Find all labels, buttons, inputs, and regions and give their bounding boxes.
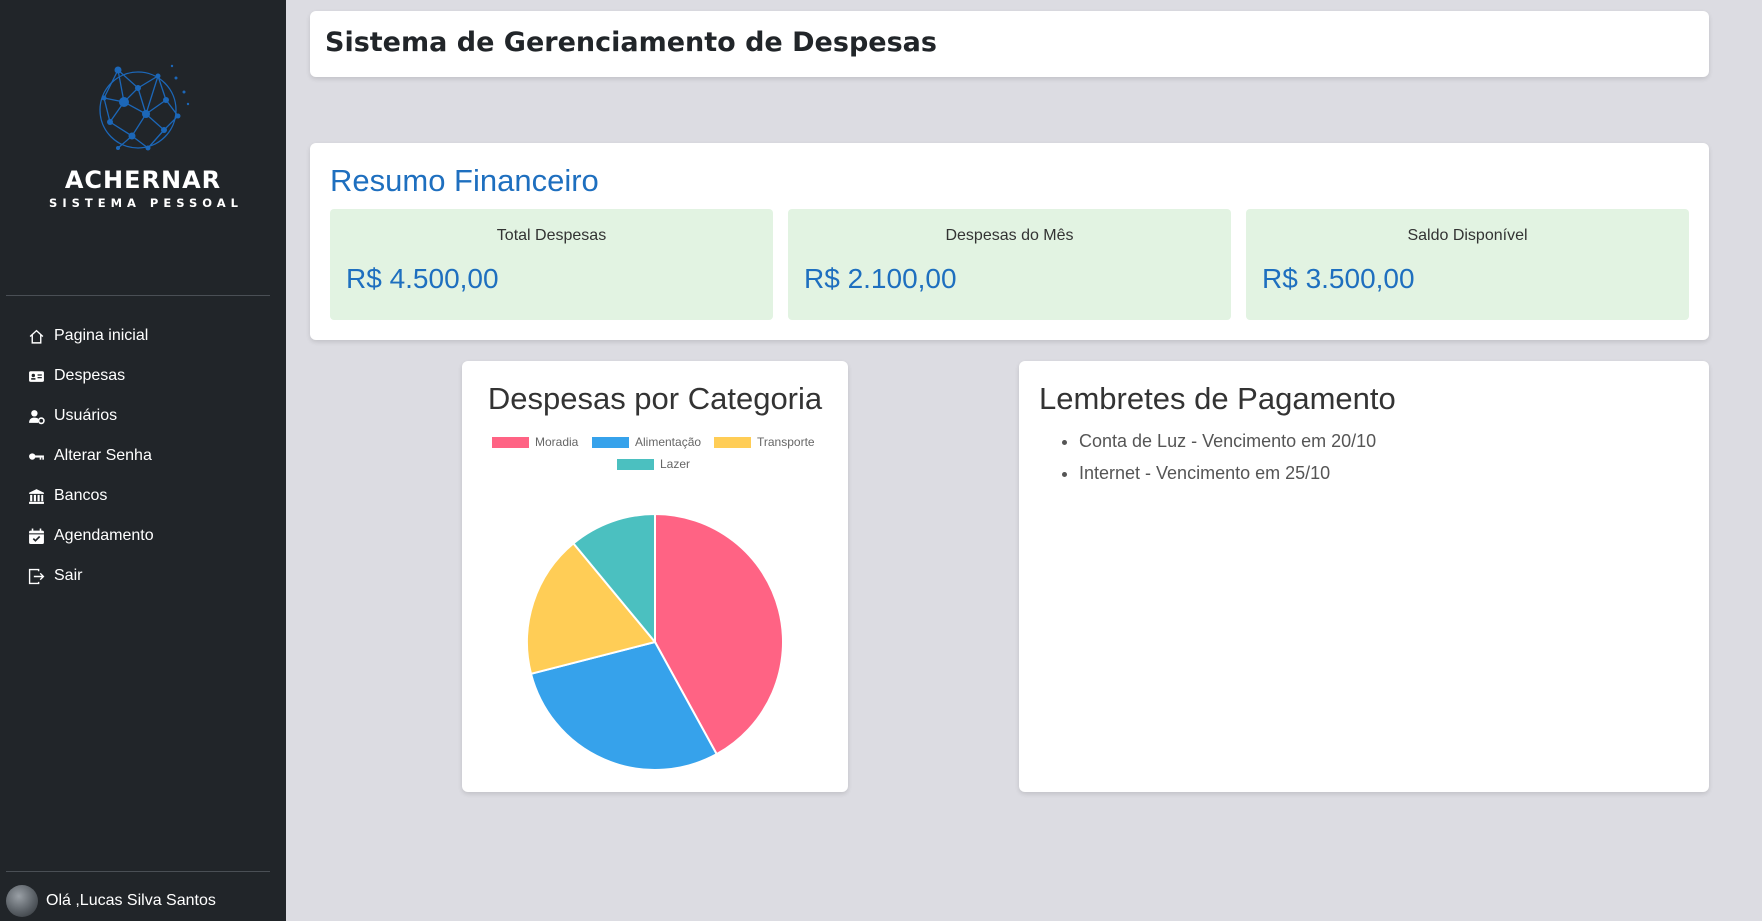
stat-label: Despesas do Mês [945, 227, 1074, 244]
nav-item-label: Alterar Senha [54, 447, 152, 464]
reminder-item: Conta de Luz - Vencimento em 20/10 [1079, 425, 1376, 457]
nav-item-bancos[interactable]: Bancos [0, 476, 286, 516]
page-title: Sistema de Gerenciamento de Despesas [325, 27, 937, 58]
key-icon [29, 452, 44, 460]
brand-logo[interactable]: ACHERNAR SISTEMA PESSOAL [0, 58, 286, 210]
nav-item-label: Despesas [54, 367, 126, 384]
reminders-title: Lembretes de Pagamento [1039, 381, 1396, 416]
sidebar: ACHERNAR SISTEMA PESSOAL Pagina inicial … [0, 0, 286, 921]
nav-item-alterar-senha[interactable]: Alterar Senha [0, 436, 286, 476]
calendar-check-icon [29, 528, 44, 544]
user-gear-icon [29, 409, 45, 424]
nav-item-label: Pagina inicial [54, 327, 149, 344]
id-card-icon [29, 370, 44, 382]
brand-name: ACHERNAR [64, 166, 222, 194]
sidebar-footer-divider [6, 871, 270, 872]
user-greeting[interactable]: Olá ,Lucas Silva Santos [6, 885, 216, 917]
reminders-list: Conta de Luz - Vencimento em 20/10 Inter… [1059, 425, 1376, 489]
nav-item-label: Usuários [54, 407, 118, 424]
nav-item-pagina-inicial[interactable]: Pagina inicial [0, 316, 286, 356]
nav-item-usuarios[interactable]: Usuários [0, 396, 286, 436]
page-header: Sistema de Gerenciamento de Despesas [310, 11, 1709, 77]
brand-subtitle: SISTEMA PESSOAL [49, 196, 243, 210]
nav-item-label: Sair [54, 567, 83, 584]
stat-value: R$ 3.500,00 [1262, 263, 1415, 294]
nav-item-despesas[interactable]: Despesas [0, 356, 286, 396]
network-globe-icon [99, 64, 190, 151]
stat-despesas-do-mes: Despesas do Mês R$ 2.100,00 [788, 209, 1231, 320]
reminder-item: Internet - Vencimento em 25/10 [1079, 457, 1376, 489]
nav-item-sair[interactable]: Sair [0, 556, 286, 596]
stat-value: R$ 2.100,00 [804, 263, 957, 294]
stat-total-despesas: Total Despesas R$ 4.500,00 [330, 209, 773, 320]
nav-item-label: Agendamento [54, 527, 154, 544]
bank-icon [29, 488, 44, 504]
stat-label: Total Despesas [496, 227, 607, 244]
nav-item-agendamento[interactable]: Agendamento [0, 516, 286, 556]
payment-reminders-card: Lembretes de Pagamento Conta de Luz - Ve… [1019, 361, 1709, 792]
stat-value: R$ 4.500,00 [346, 263, 499, 294]
user-greeting-text: Olá ,Lucas Silva Santos [46, 892, 216, 909]
avatar [6, 885, 38, 917]
financial-summary-card: Resumo Financeiro Total Despesas R$ 4.50… [310, 143, 1709, 340]
stat-label: Saldo Disponível [1407, 227, 1528, 244]
nav-item-label: Bancos [54, 487, 108, 504]
category-chart-card: Despesas por Categoria Moradia Alimentaç… [462, 361, 848, 792]
sidebar-nav: Pagina inicial Despesas Usuários Alterar… [0, 316, 286, 596]
home-icon [29, 329, 44, 344]
pie-chart [526, 512, 784, 771]
sidebar-divider [6, 295, 270, 296]
logout-icon [28, 568, 45, 584]
stat-saldo-disponivel: Saldo Disponível R$ 3.500,00 [1246, 209, 1689, 320]
summary-title: Resumo Financeiro [330, 163, 599, 198]
